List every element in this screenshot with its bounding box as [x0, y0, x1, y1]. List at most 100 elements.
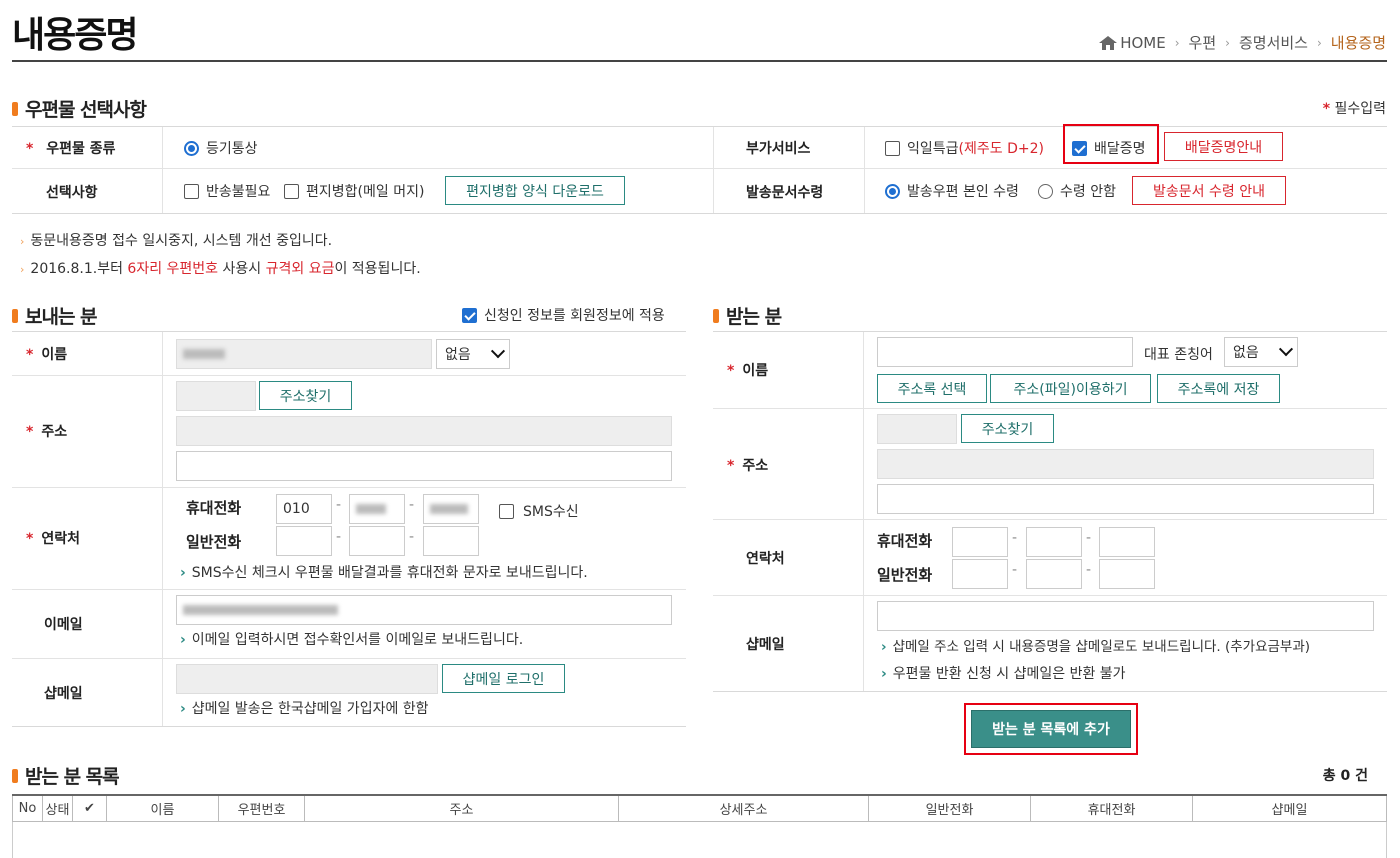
- bullet-icon: ›: [180, 701, 186, 717]
- col-check[interactable]: ✔: [72, 794, 107, 822]
- sender-phone-1[interactable]: [276, 526, 332, 556]
- addrbook-select-button[interactable]: 주소록 선택: [877, 374, 987, 403]
- addrfile-button[interactable]: 주소(파일)이용하기: [990, 374, 1151, 403]
- required-star-icon: *: [26, 141, 34, 157]
- delivery-guide-button[interactable]: 배달증명안내: [1164, 132, 1283, 161]
- col-address: 주소: [304, 794, 619, 822]
- radio-registered[interactable]: [184, 140, 199, 156]
- sender-find-address-button[interactable]: 주소찾기: [259, 381, 352, 410]
- home-icon: [1099, 35, 1118, 50]
- docs-guide-button[interactable]: 발송문서 수령 안내: [1132, 176, 1286, 205]
- apply-member-info[interactable]: 신청인 정보를 회원정보에 적용: [462, 305, 665, 325]
- receiver-honorific-value: 없음: [1233, 345, 1259, 361]
- table-empty-cell: [12, 821, 1387, 858]
- receiver-phone-3[interactable]: [1099, 559, 1155, 589]
- radio-docs-self[interactable]: [885, 183, 900, 199]
- col-no: No: [12, 794, 43, 822]
- receiver-name-input[interactable]: [877, 337, 1133, 367]
- checkbox-merge[interactable]: [284, 183, 299, 199]
- sender-shopmail-input[interactable]: [176, 664, 438, 694]
- row-divider: [12, 658, 686, 659]
- bullet-icon: ›: [180, 565, 186, 581]
- addon-nextday[interactable]: 익일특급 (제주도 D+2): [885, 138, 1044, 158]
- receiver-name-label-text: 이름: [742, 363, 769, 379]
- col-detail-address: 상세주소: [618, 794, 869, 822]
- checkbox-nextday[interactable]: [885, 140, 900, 156]
- sender-address-label: * 주소: [26, 421, 67, 441]
- opt-no-return[interactable]: 반송불필요: [184, 181, 270, 201]
- receiver-phone-2[interactable]: [1026, 559, 1082, 589]
- receiver-phone-1[interactable]: [952, 559, 1008, 589]
- receiver-mobile-3[interactable]: [1099, 527, 1155, 557]
- breadcrumb-current[interactable]: 내용증명: [1331, 32, 1386, 53]
- sender-email-input[interactable]: [176, 595, 672, 625]
- addon-nextday-text: 익일특급: [907, 141, 959, 157]
- checkbox-sms[interactable]: [499, 503, 514, 519]
- dash: -: [336, 497, 342, 513]
- col-divider: [864, 127, 865, 213]
- checkbox-no-return[interactable]: [184, 183, 199, 199]
- col-phone: 일반전화: [868, 794, 1031, 822]
- merge-download-button[interactable]: 편지병합 양식 다운로드: [445, 176, 625, 205]
- checkbox-delivery-proof[interactable]: [1072, 140, 1087, 156]
- dash: -: [1012, 562, 1018, 578]
- sender-zip-input[interactable]: [176, 381, 256, 411]
- sender-name-input[interactable]: [176, 339, 432, 369]
- row-divider: [12, 487, 686, 488]
- receiver-mobile-1[interactable]: [952, 527, 1008, 557]
- sender-mobile-1[interactable]: 010: [276, 494, 332, 524]
- addrbook-save-button[interactable]: 주소록에 저장: [1157, 374, 1280, 403]
- row-divider: [12, 375, 686, 376]
- receiver-shopmail-input[interactable]: [877, 601, 1374, 631]
- receiver-honorific-select[interactable]: 없음: [1224, 337, 1298, 367]
- sender-mobile-2[interactable]: [349, 494, 405, 524]
- sender-address-detail-input[interactable]: [176, 451, 672, 481]
- col-name: 이름: [106, 794, 219, 822]
- email-note-text: 이메일 입력하시면 접수확인서를 이메일로 보내드립니다.: [191, 632, 524, 648]
- postal-type-option[interactable]: 등기통상: [184, 138, 258, 158]
- sender-name-label: * 이름: [26, 344, 67, 364]
- sms-option[interactable]: SMS수신: [499, 501, 579, 521]
- col-status: 상태: [42, 794, 73, 822]
- add-receiver-button[interactable]: 받는 분 목록에 추가: [971, 710, 1131, 748]
- sender-mobile-3[interactable]: [423, 494, 479, 524]
- required-star-icon: *: [26, 531, 34, 547]
- radio-docs-none[interactable]: [1038, 183, 1053, 199]
- receiver-address-label: * 주소: [727, 455, 768, 475]
- notice-line-2: › 2016.8.1.부터 6자리 우편번호 사용시 규격외 요금이 적용됩니다.: [20, 258, 421, 278]
- checkbox-apply-member[interactable]: [462, 307, 477, 323]
- sender-honorific-select[interactable]: 없음: [436, 339, 510, 369]
- receiver-section-title: 받는 분: [713, 302, 782, 329]
- table-empty-row: [12, 821, 1387, 858]
- sender-contact-label: * 연락처: [26, 528, 80, 548]
- breadcrumb-cert[interactable]: 증명서비스: [1239, 32, 1308, 53]
- receiver-zip-input[interactable]: [877, 414, 957, 444]
- breadcrumb-home[interactable]: HOME: [1120, 34, 1166, 52]
- row-divider: [12, 589, 686, 590]
- col-shopmail: 샵메일: [1192, 794, 1387, 822]
- notice-text: 사용시: [218, 261, 266, 277]
- docs-none[interactable]: 수령 안함: [1038, 181, 1116, 201]
- sender-section-title: 보내는 분: [12, 302, 98, 329]
- sms-label: SMS수신: [523, 504, 579, 520]
- opt-merge[interactable]: 편지병합(메일 머지): [284, 181, 424, 201]
- sender-address-input[interactable]: [176, 416, 672, 446]
- receiver-find-address-button[interactable]: 주소찾기: [961, 414, 1054, 443]
- col-divider: [162, 332, 163, 726]
- opt-merge-text: 편지병합(메일 머지): [306, 184, 425, 200]
- shopmail-login-button[interactable]: 샵메일 로그인: [442, 664, 565, 693]
- breadcrumb-post[interactable]: 우편: [1189, 32, 1217, 53]
- shopmail-note-text: 샵메일 발송은 한국샵메일 가입자에 한함: [191, 701, 429, 717]
- addon-delivery-proof[interactable]: 배달증명: [1072, 138, 1146, 158]
- receiver-address-detail-input[interactable]: [877, 484, 1374, 514]
- receiver-shopmail-note-1-text: 샵메일 주소 입력 시 내용증명을 샵메일로도 보내드립니다. (추가요금부과): [892, 639, 1311, 655]
- chevron-right-icon: ›: [1225, 35, 1230, 50]
- sender-phone-2[interactable]: [349, 526, 405, 556]
- receiver-address-input[interactable]: [877, 449, 1374, 479]
- sender-phone-3[interactable]: [423, 526, 479, 556]
- docs-self[interactable]: 발송우편 본인 수령: [885, 181, 1019, 201]
- page-title: 내용증명: [12, 15, 138, 56]
- bullet-icon: ›: [20, 263, 25, 276]
- section-marker-icon: [12, 308, 18, 323]
- receiver-mobile-2[interactable]: [1026, 527, 1082, 557]
